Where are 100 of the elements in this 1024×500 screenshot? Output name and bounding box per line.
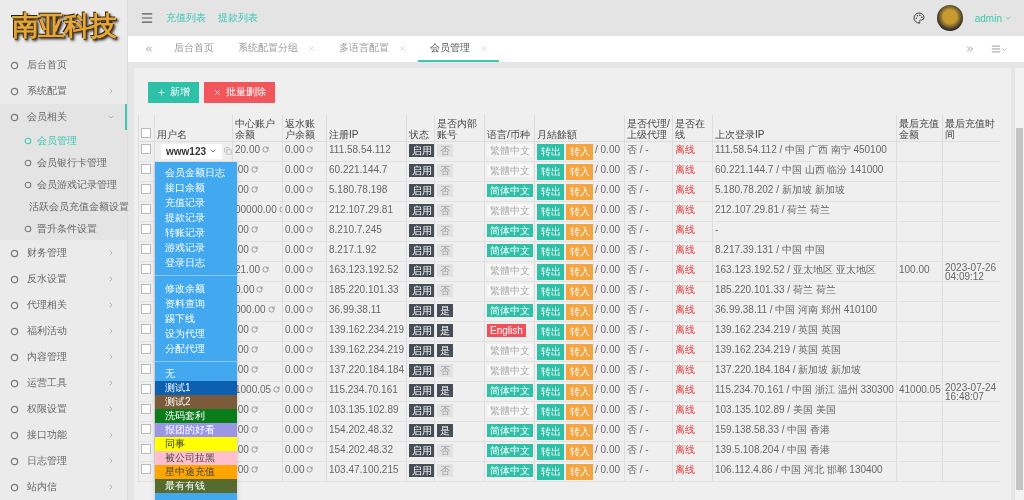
transfer-out-button[interactable]: 转出 [537,363,564,380]
refresh-icon[interactable] [306,326,314,333]
menu-item[interactable]: 转账记录 [155,225,237,240]
username-dropdown[interactable]: www123 [161,143,223,159]
header-link[interactable]: 提款列表 [218,11,258,25]
refresh-icon[interactable] [306,346,314,353]
refresh-icon[interactable] [306,286,314,293]
sidebar-item[interactable]: 站内信 [0,474,127,500]
refresh-icon[interactable] [306,466,314,473]
close-icon[interactable] [308,44,315,52]
sidebar-subitem[interactable]: 会员银行卡管理 [0,152,127,174]
checkbox[interactable] [141,383,151,394]
menu-item[interactable]: 修改余额 [155,281,237,296]
checkbox[interactable] [141,283,151,294]
refresh-icon[interactable] [306,226,314,233]
refresh-icon[interactable] [250,426,258,433]
transfer-in-button[interactable]: 转入 [566,223,593,240]
checkbox[interactable] [141,127,151,138]
checkbox[interactable] [141,443,151,454]
refresh-icon[interactable] [306,166,314,173]
transfer-in-button[interactable]: 转入 [566,443,593,460]
tab[interactable]: 会员管理 [418,36,499,62]
transfer-in-button[interactable]: 转入 [566,303,593,320]
checkbox[interactable] [141,203,151,214]
sidebar-subitem[interactable]: 活跃会员充值金额设置 [0,196,127,218]
transfer-out-button[interactable]: 转出 [537,183,564,200]
transfer-out-button[interactable]: 转出 [537,303,564,320]
transfer-in-button[interactable]: 转入 [566,363,593,380]
menu-item[interactable]: 游戏记录 [155,240,237,255]
transfer-out-button[interactable]: 转出 [537,403,564,420]
checkbox[interactable] [141,163,151,174]
menu-item[interactable]: 接口余额 [155,180,237,195]
menu-item[interactable]: 充值记录 [155,195,237,210]
refresh-icon[interactable] [306,206,314,213]
refresh-icon[interactable] [306,426,314,433]
menu-item[interactable]: 设为代理 [155,326,237,341]
close-icon[interactable] [399,44,406,52]
refresh-icon[interactable] [250,246,258,253]
tag-menu-item[interactable]: 报团的好看 [155,423,237,437]
menu-icon[interactable] [140,11,154,25]
refresh-icon[interactable] [262,146,270,153]
refresh-icon[interactable] [273,386,281,393]
tag-menu-item[interactable]: 洗码套利 [155,409,237,423]
sidebar-item[interactable]: 会员相关 [0,104,127,130]
refresh-icon[interactable] [306,266,314,273]
transfer-in-button[interactable]: 转入 [566,403,593,420]
menu-item[interactable]: 提款记录 [155,210,237,225]
scrollbar[interactable] [1015,68,1024,500]
transfer-out-button[interactable]: 转出 [537,143,564,160]
refresh-icon[interactable] [306,246,314,253]
checkbox[interactable] [141,223,151,234]
transfer-in-button[interactable]: 转入 [566,143,593,160]
sidebar-item[interactable]: 福利活动 [0,318,127,344]
palette-icon[interactable] [912,12,925,24]
tag-menu-item[interactable]: 最有有钱 [155,479,237,493]
tag-menu-item[interactable]: 测试2 [155,395,237,409]
tab[interactable]: 后台首页 [162,36,226,62]
close-icon[interactable] [480,44,487,52]
checkbox[interactable] [141,303,151,314]
refresh-icon[interactable] [306,366,314,373]
refresh-icon[interactable] [250,466,258,473]
transfer-out-button[interactable]: 转出 [537,283,564,300]
transfer-out-button[interactable]: 转出 [537,223,564,240]
transfer-in-button[interactable]: 转入 [566,203,593,220]
refresh-icon[interactable] [306,306,314,313]
checkbox[interactable] [141,463,151,474]
checkbox[interactable] [141,323,151,334]
transfer-out-button[interactable]: 转出 [537,343,564,360]
transfer-in-button[interactable]: 转入 [566,343,593,360]
sidebar-subitem[interactable]: 会员游戏记录管理 [0,174,127,196]
refresh-icon[interactable] [262,266,270,273]
transfer-out-button[interactable]: 转出 [537,203,564,220]
menu-item[interactable]: 登录日志 [155,255,237,270]
tag-menu-item[interactable]: 被公司拉黑 [155,451,237,465]
copy-icon[interactable] [224,147,233,155]
sidebar-item[interactable]: 代理相关 [0,292,127,318]
transfer-in-button[interactable]: 转入 [566,283,593,300]
add-button[interactable]: 新增 [148,82,199,103]
transfer-in-button[interactable]: 转入 [566,183,593,200]
transfer-out-button[interactable]: 转出 [537,323,564,340]
sidebar-item[interactable]: 权限设置 [0,396,127,422]
tab[interactable]: 系统配置分组 [226,36,327,62]
transfer-in-button[interactable]: 转入 [566,163,593,180]
refresh-icon[interactable] [306,386,314,393]
menu-item[interactable]: 会员金额日志 [155,165,237,180]
user-menu[interactable]: admin [974,12,1012,24]
refresh-icon[interactable] [250,406,258,413]
menu-item[interactable]: 踢下线 [155,311,237,326]
transfer-in-button[interactable]: 转入 [566,263,593,280]
refresh-icon[interactable] [250,366,258,373]
header-link[interactable]: 充值列表 [166,11,206,25]
transfer-out-button[interactable]: 转出 [537,383,564,400]
sidebar-item[interactable]: 财务管理 [0,240,127,266]
sidebar-item[interactable]: 反水设置 [0,266,127,292]
refresh-icon[interactable] [250,446,258,453]
sidebar-item[interactable]: 接口功能 [0,422,127,448]
sidebar-item[interactable]: 内容管理 [0,344,127,370]
sidebar-item[interactable]: 系统配置 [0,78,127,104]
tag-menu-item[interactable]: 同事 [155,437,237,451]
tag-menu-item[interactable]: 测试1 [155,381,237,395]
